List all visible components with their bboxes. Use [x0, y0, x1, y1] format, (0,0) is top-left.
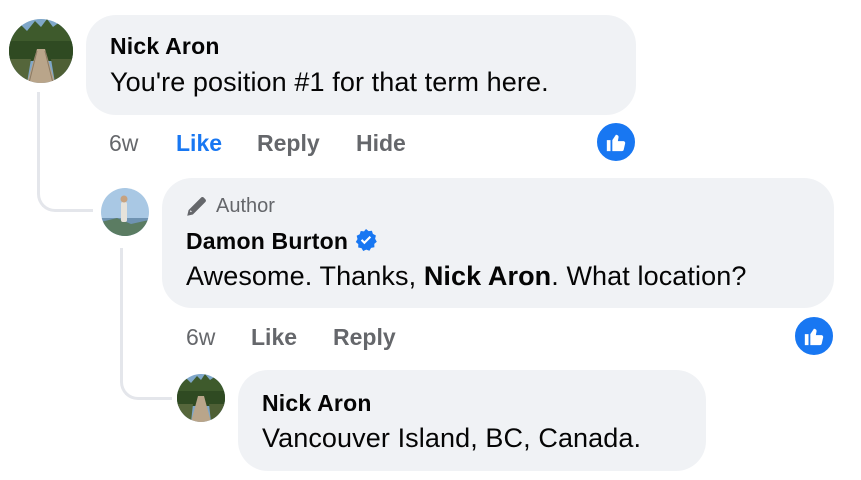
thumbs-up-icon	[804, 328, 824, 346]
thread-line	[37, 92, 93, 212]
comment-time[interactable]: 6w	[186, 324, 215, 351]
reply-button[interactable]: Reply	[257, 130, 320, 157]
mention-link[interactable]: Nick Aron	[424, 261, 551, 291]
author-tag: Author	[184, 193, 275, 219]
comment-text: Awesome. Thanks, Nick Aron. What locatio…	[186, 261, 746, 292]
like-button[interactable]: Like	[176, 130, 222, 157]
like-reaction-icon[interactable]	[793, 315, 835, 357]
pencil-icon	[187, 197, 206, 216]
hide-button[interactable]: Hide	[356, 130, 406, 157]
comment-author[interactable]: Nick Aron	[262, 390, 372, 417]
like-reaction-icon[interactable]	[595, 121, 637, 163]
like-button[interactable]: Like	[251, 324, 297, 351]
comment-bubble: Nick Aron You're position #1 for that te…	[86, 15, 636, 115]
comment-text-part: Awesome. Thanks,	[186, 261, 424, 291]
comment-author[interactable]: Nick Aron	[110, 33, 220, 60]
avatar[interactable]	[9, 19, 73, 83]
comment-text-part: . What location?	[551, 261, 747, 291]
avatar[interactable]	[177, 374, 225, 422]
thumbs-up-icon	[606, 134, 626, 152]
verified-badge-icon	[355, 229, 377, 251]
reply-button[interactable]: Reply	[333, 324, 396, 351]
author-tag-label: Author	[216, 194, 275, 217]
comment-bubble: Nick Aron Vancouver Island, BC, Canada.	[238, 370, 706, 471]
avatar[interactable]	[101, 188, 149, 236]
comment-text: Vancouver Island, BC, Canada.	[262, 423, 642, 453]
comment-bubble: Author Damon Burton Awesome. Thanks, Nic…	[162, 178, 834, 308]
comment-time[interactable]: 6w	[109, 130, 138, 157]
comment-author-name[interactable]: Damon Burton	[186, 228, 348, 254]
comment-text: You're position #1 for that term here.	[110, 67, 549, 97]
comment-author: Damon Burton	[186, 228, 378, 255]
